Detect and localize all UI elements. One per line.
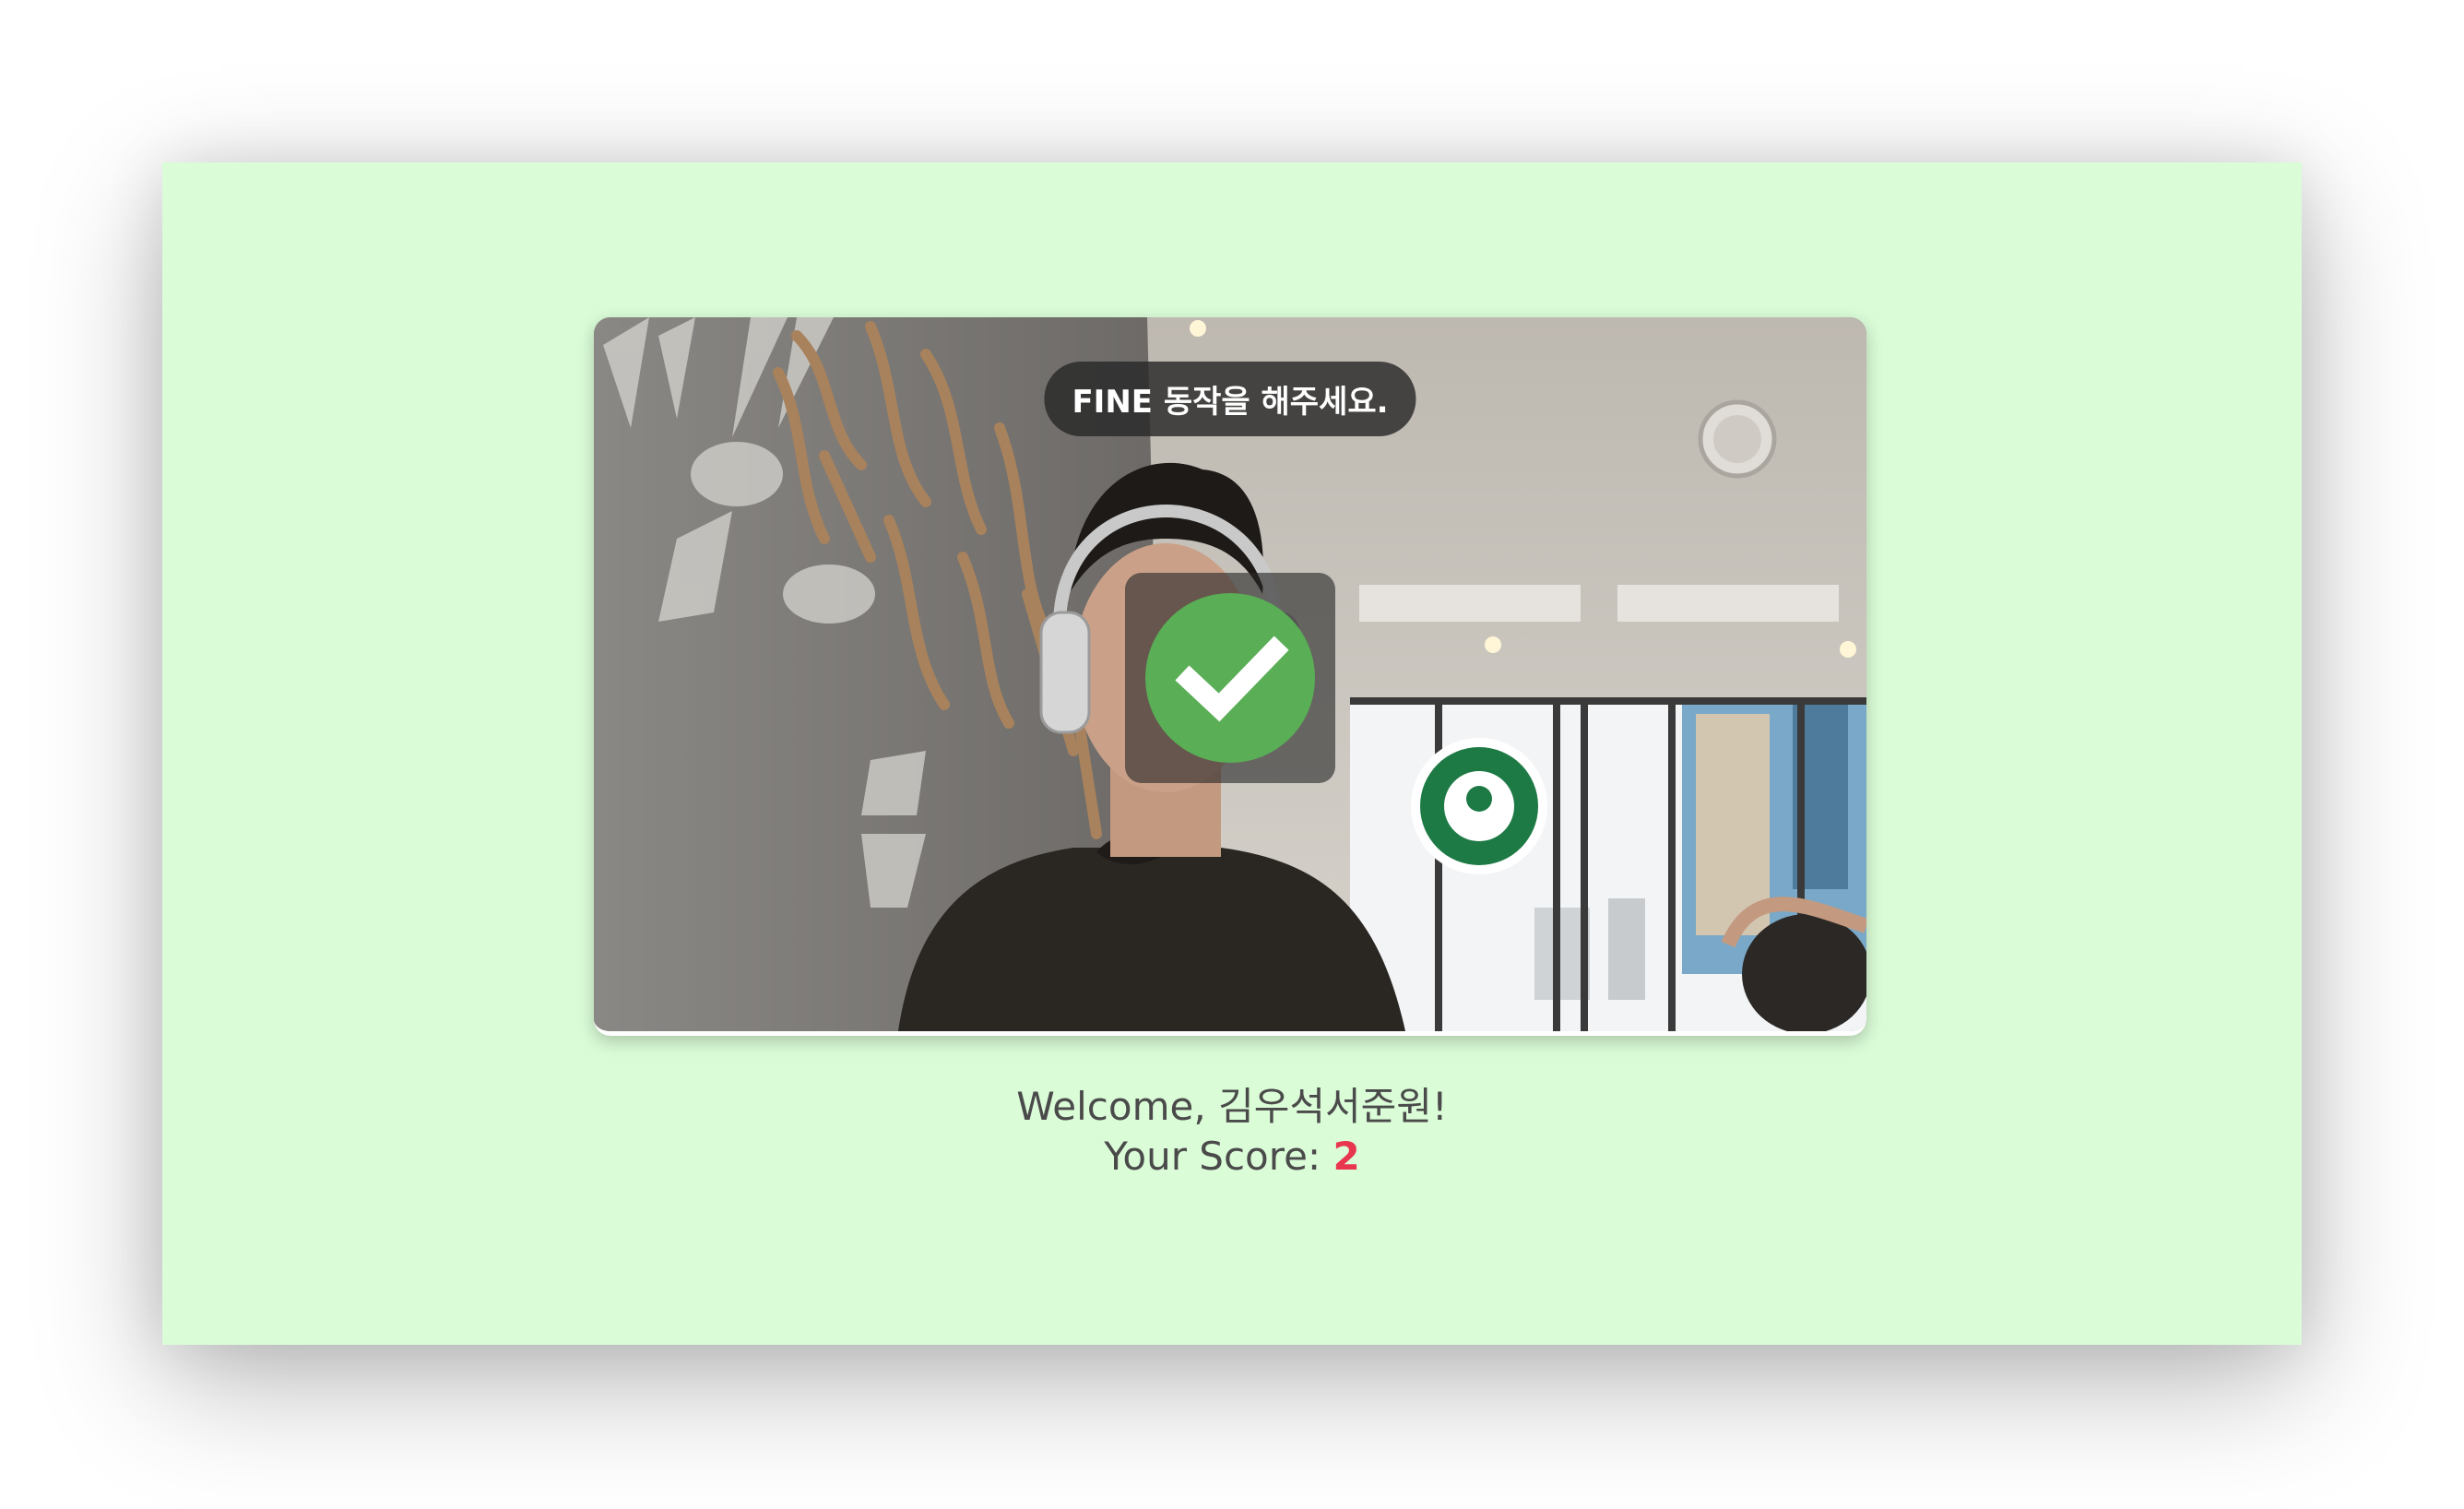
app-window: FINE 동작을 해주세요. Welcome, 김우석서준원! Your Sco… — [162, 162, 2302, 1345]
score-text: Your Score: 2 — [162, 1134, 2302, 1179]
check-icon — [1145, 593, 1315, 763]
score-value: 2 — [1333, 1134, 1360, 1179]
score-label: Your Score: — [1104, 1134, 1333, 1179]
detection-status-box — [1125, 573, 1335, 783]
welcome-suffix: ! — [1431, 1084, 1448, 1129]
welcome-prefix: Welcome, — [1016, 1084, 1219, 1129]
user-name: 김우석서준원 — [1218, 1084, 1432, 1129]
instruction-pill: FINE 동작을 해주세요. — [1044, 362, 1416, 436]
webcam-feed: FINE 동작을 해주세요. — [594, 317, 1866, 1036]
welcome-text: Welcome, 김우석서준원! — [162, 1075, 2302, 1132]
